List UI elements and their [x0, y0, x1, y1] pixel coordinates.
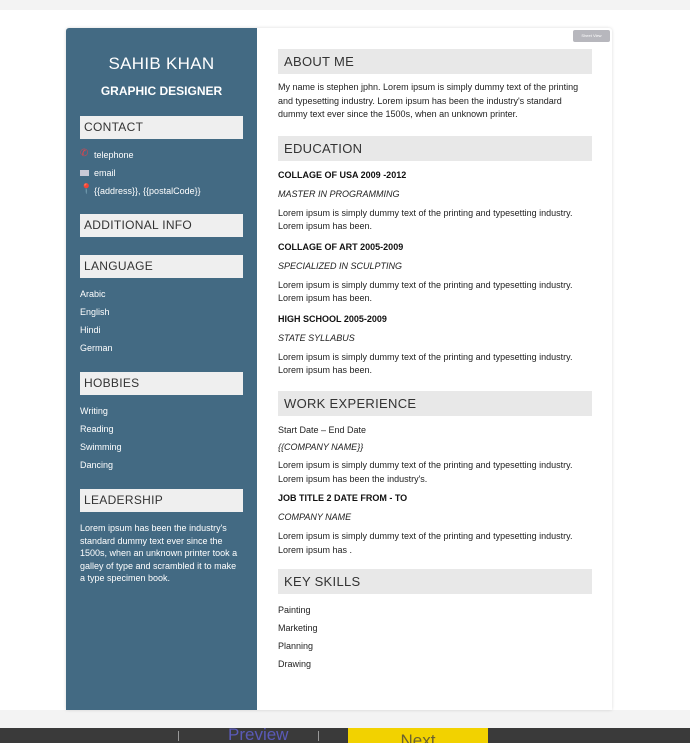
language-item: Hindi: [80, 325, 101, 335]
phone-icon: ✆: [80, 148, 89, 159]
candidate-name: SAHIB KHAN: [108, 54, 215, 73]
education-title: COLLAGE OF USA 2009 -2012: [278, 169, 407, 180]
hobby-item: Writing: [80, 406, 108, 416]
toolbar-divider: [318, 731, 319, 741]
education-text: Lorem ipsum is simply dummy text of the …: [278, 279, 573, 304]
language-list: Arabic English Hindi German: [80, 287, 243, 359]
work-company: {{COMPANY NAME}}: [278, 442, 364, 452]
resume-sidebar: SAHIB KHAN GRAPHIC DESIGNER CONTACT ✆ te…: [66, 28, 257, 710]
language-item: German: [80, 343, 113, 353]
bottom-toolbar: Preview Next: [0, 728, 690, 743]
skill-item: Planning: [278, 641, 314, 651]
work-experience-heading: WORK EXPERIENCE: [278, 390, 592, 416]
resume-document: Sheet View SAHIB KHAN GRAPHIC DESIGNER C…: [66, 28, 612, 710]
skill-item: Drawing: [278, 659, 312, 669]
additional-info-heading: ADDITIONAL INFO: [80, 214, 243, 237]
skill-item: Marketing: [278, 623, 318, 633]
work-job-title: JOB TITLE 2 DATE FROM - TO: [278, 493, 408, 503]
contact-phone: ✆ telephone: [80, 148, 243, 166]
candidate-role: GRAPHIC DESIGNER: [100, 84, 223, 98]
leadership-heading: LEADERSHIP: [80, 489, 243, 512]
work-text: Lorem ipsum is simply dummy text of the …: [278, 460, 573, 484]
language-item: Arabic: [80, 289, 106, 299]
hobby-item: Dancing: [80, 460, 114, 470]
about-text: My name is stephen jphn. Lorem ipsum is …: [278, 82, 579, 119]
hobby-item: Swimming: [80, 442, 122, 452]
contact-address-text: {{address}}, {{postalCode}}: [94, 186, 201, 196]
language-item: English: [80, 307, 110, 317]
hobbies-heading: HOBBIES: [80, 372, 243, 395]
mail-icon: [80, 170, 89, 176]
skill-item: Painting: [278, 605, 311, 615]
education-subtitle: SPECIALIZED IN SCULPTING: [278, 260, 403, 271]
education-subtitle: MASTER IN PROGRAMMING: [278, 188, 400, 199]
contact-email-text: email: [94, 168, 116, 178]
work-text: Lorem ipsum is simply dummy text of the …: [278, 531, 573, 555]
preview-button[interactable]: Preview: [228, 728, 288, 743]
resume-main: ABOUT ME My name is stephen jphn. Lorem …: [278, 28, 592, 673]
hobbies-list: Writing Reading Swimming Dancing: [80, 404, 243, 476]
contact-heading: CONTACT: [80, 116, 243, 139]
skills-list: Painting Marketing Planning Drawing: [278, 601, 592, 673]
contact-list: ✆ telephone email 📍 {{address}}, {{posta…: [80, 148, 243, 202]
language-heading: LANGUAGE: [80, 255, 243, 278]
about-heading: ABOUT ME: [278, 49, 592, 74]
work-dates: Start Date – End Date: [278, 424, 367, 435]
education-subtitle: STATE SYLLABUS: [278, 332, 355, 343]
contact-phone-text: telephone: [94, 150, 134, 160]
next-button[interactable]: Next: [348, 728, 488, 743]
education-title: HIGH SCHOOL 2005-2009: [278, 313, 387, 324]
work-company: COMPANY NAME: [278, 512, 352, 522]
education-text: Lorem ipsum is simply dummy text of the …: [278, 351, 573, 376]
contact-email: email: [80, 166, 243, 184]
key-skills-heading: KEY SKILLS: [278, 569, 592, 594]
leadership-text: Lorem ipsum has been the industry's stan…: [80, 523, 238, 583]
education-text: Lorem ipsum is simply dummy text of the …: [278, 207, 573, 232]
education-title: COLLAGE OF ART 2005-2009: [278, 241, 404, 252]
education-heading: EDUCATION: [278, 135, 592, 161]
contact-address: 📍 {{address}}, {{postalCode}}: [80, 184, 243, 202]
location-pin-icon: 📍: [80, 184, 93, 195]
hobby-item: Reading: [80, 424, 114, 434]
toolbar-divider: [178, 731, 179, 741]
